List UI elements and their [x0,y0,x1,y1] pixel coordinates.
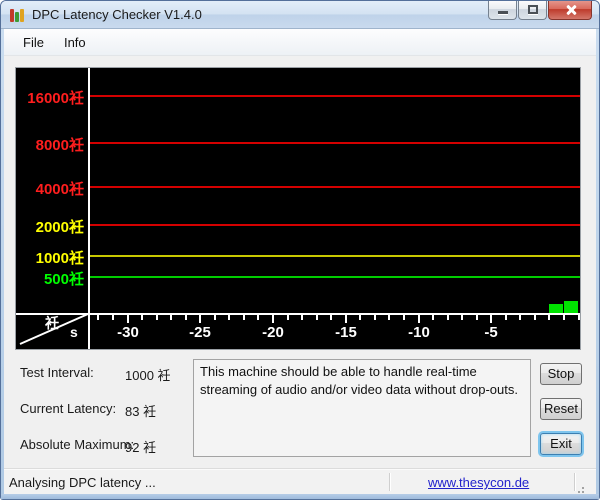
x-minor-tick [461,315,463,320]
close-icon [565,4,577,16]
x-axis-label--20: -20 [253,324,293,341]
x-minor-tick [578,315,580,320]
app-icon [10,7,26,23]
x-minor-tick [287,315,289,320]
status-bar: Analysing DPC latency ... www.thesycon.d… [4,470,596,495]
y-axis-label-500: 500衽 [16,268,84,289]
x-minor-tick [316,315,318,320]
x-minor-tick [388,315,390,320]
status-text: Analysing DPC latency ... [9,475,156,490]
y-axis-line [88,68,90,349]
x-major-tick [127,315,129,323]
title-bar[interactable]: DPC Latency Checker V1.4.0 [1,1,599,29]
x-minor-tick [476,315,478,320]
minimize-button[interactable] [488,1,517,20]
latency-bar [549,304,563,313]
x-axis-label--30: -30 [108,324,148,341]
x-major-tick [199,315,201,323]
x-axis-label--5: -5 [471,324,511,341]
x-minor-tick [505,315,507,320]
window-border-right [596,29,599,499]
x-major-tick [490,315,492,323]
x-minor-tick [301,315,303,320]
stop-button[interactable]: Stop [540,363,582,385]
x-axis-label--10: -10 [399,324,439,341]
menu-item-info[interactable]: Info [54,32,96,53]
stat-row: Test Interval: 1000 衽 [20,365,195,381]
window-title: DPC Latency Checker V1.4.0 [32,1,202,29]
x-minor-tick [519,315,521,320]
x-minor-tick [374,315,376,320]
chart-frame: 16000衽 8000衽 4000衽 2000衽 1000衽500衽 -30 -25 -20 -… [15,67,581,350]
menu-item-file[interactable]: File [13,32,54,53]
window-controls [488,1,592,20]
gridline-2000 [88,224,580,226]
x-minor-tick [112,315,114,320]
statusbar-separator [389,473,390,491]
x-major-tick [272,315,274,323]
stat-label: Test Interval: [20,365,94,380]
statusbar-separator [574,473,575,491]
x-minor-tick [156,315,158,320]
x-minor-tick [97,315,99,320]
gridline-500 [88,276,580,278]
y-axis-label-16000: 16000衽 [16,87,84,108]
x-axis-line [16,313,580,315]
x-minor-tick [534,315,536,320]
x-minor-tick [170,315,172,320]
x-minor-tick [563,315,565,320]
statusbar-divider [4,468,596,469]
gridline-1000 [88,255,580,257]
y-axis-label-2000: 2000衽 [16,216,84,237]
x-major-tick [418,315,420,323]
x-major-tick [345,315,347,323]
gridline-16000 [88,95,580,97]
y-axis-label-4000: 4000衽 [16,178,84,199]
stat-label: Current Latency: [20,401,116,416]
gridline-8000 [88,142,580,144]
stat-value: 1000 衽 [125,365,171,384]
x-minor-tick [403,315,405,320]
gridline-4000 [88,186,580,188]
result-message: This machine should be able to handle re… [193,359,531,457]
y-axis-label-8000: 8000衽 [16,134,84,155]
x-minor-tick [214,315,216,320]
x-minor-tick [185,315,187,320]
window-border-bottom [1,494,599,499]
maximize-button[interactable] [518,1,547,20]
x-minor-tick [141,315,143,320]
x-minor-tick [243,315,245,320]
app-window: DPC Latency Checker V1.4.0 FileInfo 1600… [0,0,600,500]
x-minor-tick [548,315,550,320]
x-minor-tick [228,315,230,320]
window-border-left [1,29,4,499]
reset-button[interactable]: Reset [540,398,582,420]
x-axis-label--15: -15 [326,324,366,341]
stat-value: 92 衽 [125,437,156,456]
resize-grip-icon[interactable] [582,487,584,489]
stat-row: Current Latency: 83 衽 [20,401,195,417]
x-axis-label--25: -25 [180,324,220,341]
x-minor-tick [257,315,259,320]
stat-value: 83 衽 [125,401,156,420]
stats-panel: Test Interval: 1000 衽 Current Latency: 83 衽… [20,365,190,455]
y-axis-label-1000: 1000衽 [16,247,84,268]
minimize-icon [498,11,508,14]
x-minor-tick [330,315,332,320]
latency-chart: 16000衽 8000衽 4000衽 2000衽 1000衽500衽 -30 -25 -20 -… [16,68,580,349]
x-minor-tick [447,315,449,320]
x-minor-tick [359,315,361,320]
x-unit-label: s [70,324,78,340]
maximize-icon [528,5,538,14]
latency-bar [564,301,578,313]
y-unit-label: 衽 [45,313,59,333]
close-button[interactable] [548,1,592,20]
stat-row: Absolute Maximum:92 衽 [20,437,195,453]
menu-bar: FileInfo [4,29,596,56]
x-minor-tick [432,315,434,320]
stat-label: Absolute Maximum: [20,437,134,452]
exit-button[interactable]: Exit [540,433,582,455]
thesycon-link[interactable]: www.thesycon.de [428,475,529,490]
